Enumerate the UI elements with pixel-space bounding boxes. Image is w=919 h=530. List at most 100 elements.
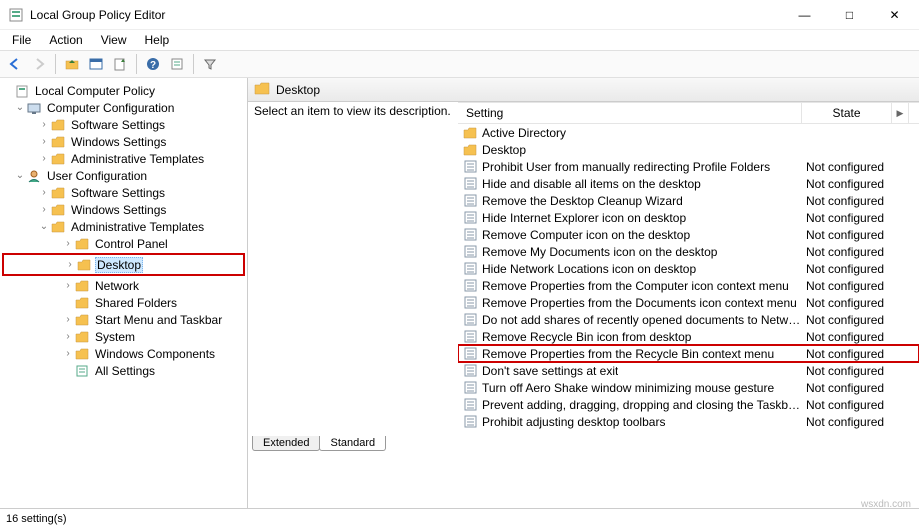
forward-button[interactable] bbox=[28, 53, 50, 75]
row-state: Not configured bbox=[802, 364, 902, 378]
menu-help[interactable]: Help bbox=[137, 31, 178, 49]
properties-button[interactable] bbox=[166, 53, 188, 75]
expand-icon[interactable]: › bbox=[38, 204, 50, 215]
expand-icon[interactable]: ⌄ bbox=[14, 102, 26, 113]
tree-item[interactable]: All Settings bbox=[2, 362, 245, 379]
list-row[interactable]: Hide Network Locations icon on desktop No… bbox=[458, 260, 919, 277]
setting-icon bbox=[462, 330, 478, 344]
expand-icon[interactable]: › bbox=[62, 331, 74, 342]
list-row[interactable]: Turn off Aero Shake window minimizing mo… bbox=[458, 379, 919, 396]
list-row[interactable]: Do not add shares of recently opened doc… bbox=[458, 311, 919, 328]
list-row[interactable]: Hide and disable all items on the deskto… bbox=[458, 175, 919, 192]
window-title: Local Group Policy Editor bbox=[30, 8, 782, 22]
list-row[interactable]: Active Directory bbox=[458, 124, 919, 141]
list-row[interactable]: Prohibit User from manually redirecting … bbox=[458, 158, 919, 175]
folder-icon bbox=[462, 126, 478, 140]
setting-icon bbox=[462, 296, 478, 310]
menu-file[interactable]: File bbox=[4, 31, 39, 49]
list-row[interactable]: Remove Properties from the Recycle Bin c… bbox=[458, 345, 919, 362]
row-state: Not configured bbox=[802, 211, 902, 225]
row-state: Not configured bbox=[802, 381, 902, 395]
tree-desktop[interactable]: ›Desktop bbox=[4, 256, 243, 273]
expand-icon[interactable]: › bbox=[62, 348, 74, 359]
expand-icon[interactable]: › bbox=[62, 238, 74, 249]
row-name: Hide Network Locations icon on desktop bbox=[482, 262, 696, 276]
back-button[interactable] bbox=[4, 53, 26, 75]
tree-item[interactable]: ›Network bbox=[2, 277, 245, 294]
tree-computer-config[interactable]: ⌄Computer Configuration bbox=[2, 99, 245, 116]
tab-standard[interactable]: Standard bbox=[319, 436, 386, 451]
expand-icon[interactable]: › bbox=[38, 136, 50, 147]
expand-icon[interactable]: › bbox=[64, 259, 76, 270]
column-state[interactable]: State bbox=[802, 103, 892, 123]
tree-item[interactable]: ›Start Menu and Taskbar bbox=[2, 311, 245, 328]
expand-icon[interactable]: › bbox=[38, 187, 50, 198]
row-name: Prohibit adjusting desktop toolbars bbox=[482, 415, 665, 429]
minimize-button[interactable]: — bbox=[782, 0, 827, 29]
tree-panel[interactable]: Local Computer Policy ⌄Computer Configur… bbox=[0, 78, 248, 508]
setting-icon bbox=[462, 160, 478, 174]
expand-icon[interactable]: ⌄ bbox=[38, 221, 50, 232]
tab-extended[interactable]: Extended bbox=[252, 436, 320, 451]
list-row[interactable]: Remove Properties from the Computer icon… bbox=[458, 277, 919, 294]
menu-bar: File Action View Help bbox=[0, 30, 919, 50]
menu-action[interactable]: Action bbox=[41, 31, 90, 49]
row-name: Remove My Documents icon on the desktop bbox=[482, 245, 717, 259]
tree-item[interactable]: ›Software Settings bbox=[2, 184, 245, 201]
tree-user-config[interactable]: ⌄User Configuration bbox=[2, 167, 245, 184]
row-name: Remove Properties from the Documents ico… bbox=[482, 296, 797, 310]
tree-item[interactable]: Shared Folders bbox=[2, 294, 245, 311]
list-row[interactable]: Remove Computer icon on the desktopNot c… bbox=[458, 226, 919, 243]
tree-item[interactable]: ›Windows Settings bbox=[2, 201, 245, 218]
scroll-right-icon[interactable]: ▶ bbox=[892, 103, 909, 123]
setting-icon bbox=[462, 313, 478, 327]
show-hide-button[interactable] bbox=[85, 53, 107, 75]
tree-item[interactable]: ›Software Settings bbox=[2, 116, 245, 133]
highlight-desktop: ›Desktop bbox=[2, 253, 245, 276]
tree-admin-templates[interactable]: ⌄Administrative Templates bbox=[2, 218, 245, 235]
expand-icon[interactable]: › bbox=[38, 119, 50, 130]
list-row[interactable]: Hide Internet Explorer icon on desktop No… bbox=[458, 209, 919, 226]
row-state: Not configured bbox=[802, 296, 902, 310]
setting-icon bbox=[462, 364, 478, 378]
menu-view[interactable]: View bbox=[93, 31, 135, 49]
list-row[interactable]: Remove the Desktop Cleanup WizardNot con… bbox=[458, 192, 919, 209]
list-row[interactable]: Remove Recycle Bin icon from desktopNot … bbox=[458, 328, 919, 345]
list-row[interactable]: Desktop bbox=[458, 141, 919, 158]
watermark: wsxdn.com bbox=[861, 499, 911, 510]
filter-button[interactable] bbox=[199, 53, 221, 75]
setting-icon bbox=[462, 194, 478, 208]
expand-icon[interactable]: ⌄ bbox=[14, 170, 26, 181]
tree-item[interactable]: ›System bbox=[2, 328, 245, 345]
setting-icon bbox=[462, 262, 478, 276]
tree-item[interactable]: ›Windows Components bbox=[2, 345, 245, 362]
row-name: Remove the Desktop Cleanup Wizard bbox=[482, 194, 683, 208]
list-row[interactable]: Don't save settings at exitNot configure… bbox=[458, 362, 919, 379]
tree-item[interactable]: ›Control Panel bbox=[2, 235, 245, 252]
export-button[interactable] bbox=[109, 53, 131, 75]
app-icon bbox=[8, 7, 24, 23]
row-name: Do not add shares of recently opened doc… bbox=[482, 313, 802, 327]
list-row[interactable]: Prevent adding, dragging, dropping and c… bbox=[458, 396, 919, 413]
folder-icon bbox=[254, 81, 270, 98]
column-setting[interactable]: Setting bbox=[458, 103, 802, 123]
expand-icon[interactable]: › bbox=[38, 153, 50, 164]
up-button[interactable] bbox=[61, 53, 83, 75]
settings-list[interactable]: Active DirectoryDesktopProhibit User fro… bbox=[458, 124, 919, 430]
expand-icon[interactable]: › bbox=[62, 280, 74, 291]
list-row[interactable]: Remove Properties from the Documents ico… bbox=[458, 294, 919, 311]
list-row[interactable]: Remove My Documents icon on the desktopN… bbox=[458, 243, 919, 260]
tree-item[interactable]: ›Windows Settings bbox=[2, 133, 245, 150]
close-button[interactable]: ✕ bbox=[872, 0, 917, 29]
list-row[interactable]: Prohibit adjusting desktop toolbarsNot c… bbox=[458, 413, 919, 430]
help-button[interactable]: ? bbox=[142, 53, 164, 75]
row-name: Hide Internet Explorer icon on desktop bbox=[482, 211, 686, 225]
tree-item[interactable]: ›Administrative Templates bbox=[2, 150, 245, 167]
setting-icon bbox=[462, 279, 478, 293]
toolbar-separator bbox=[193, 54, 194, 74]
tree-root[interactable]: Local Computer Policy bbox=[2, 82, 245, 99]
breadcrumb: Desktop bbox=[248, 78, 919, 102]
row-state: Not configured bbox=[802, 262, 902, 276]
expand-icon[interactable]: › bbox=[62, 314, 74, 325]
maximize-button[interactable]: □ bbox=[827, 0, 872, 29]
